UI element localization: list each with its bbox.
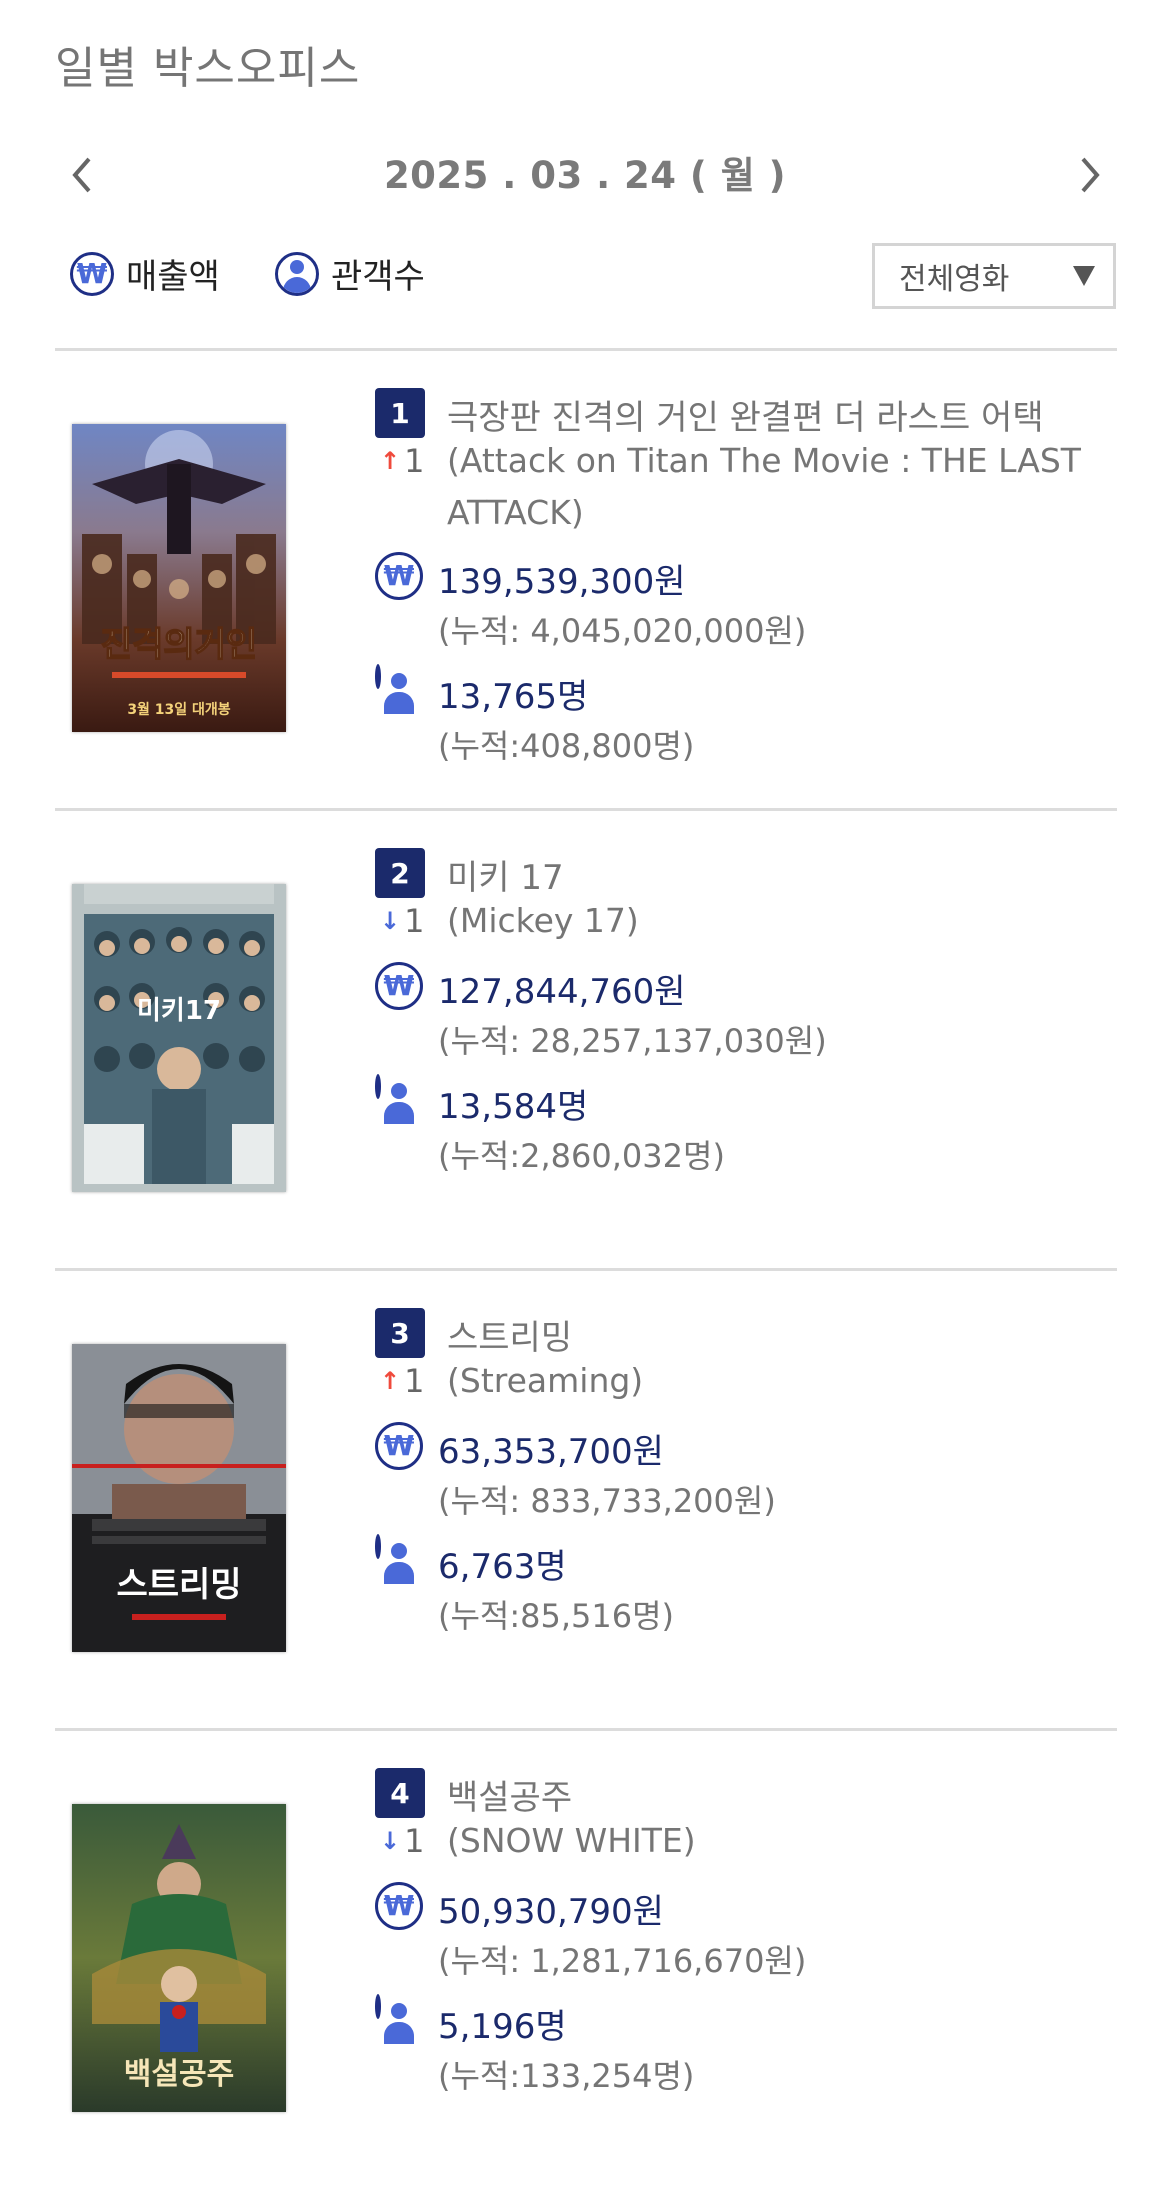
daily-sales: 127,844,760원 (438, 972, 686, 1012)
daily-sales: 139,539,300원 (438, 562, 686, 602)
rank-badge: 2 (375, 848, 425, 898)
next-day-button[interactable] (1070, 150, 1110, 200)
sales-metric-icon: ₩ (375, 1882, 423, 1930)
audience-metric-icon (375, 1074, 414, 1124)
daily-audience: 5,196명 (438, 2007, 567, 2047)
divider (55, 348, 1117, 351)
movie-entry[interactable]: 미키17 2 미키 17 ↓ 1 (Mickey 17) ₩ 127,844,7… (0, 812, 1170, 1272)
rank-change-value: 1 (404, 1822, 425, 1860)
rank-change-value: 1 (404, 1362, 425, 1400)
daily-audience: 6,763명 (438, 1547, 567, 1587)
rank-change: ↑ 1 (380, 1362, 424, 1400)
daily-sales: 50,930,790원 (438, 1892, 664, 1932)
person-icon (375, 1534, 414, 1584)
sales-metric-icon: ₩ (375, 962, 423, 1010)
movie-title-en: (Mickey 17) (447, 901, 639, 940)
rank-change: ↑ 1 (380, 442, 424, 480)
arrow-up-icon: ↑ (380, 1367, 401, 1395)
movie-title-ko: 스트리밍 (447, 1318, 573, 1358)
dropdown-caret-icon (1073, 266, 1095, 286)
movie-entry[interactable]: 진격의거인 3월 13일 대개봉 1 극장판 진격의 거인 완결편 더 라스트 … (0, 352, 1170, 812)
sales-toggle[interactable]: ₩ 매출액 (70, 249, 220, 298)
rank-badge: 1 (375, 388, 425, 438)
audience-metric-icon (375, 1994, 414, 2044)
person-icon (275, 251, 319, 296)
movie-filter-value: 전체영화 (899, 262, 1010, 297)
won-icon: ₩ (375, 552, 423, 600)
cumulative-sales: (누적: 833,733,200원) (438, 1482, 776, 1520)
rank-change-value: 1 (404, 442, 425, 480)
divider (55, 1728, 1117, 1731)
daily-audience: 13,765명 (438, 677, 589, 717)
person-icon (375, 664, 414, 714)
movie-title-ko: 미키 17 (447, 858, 564, 898)
svg-text:진격의거인: 진격의거인 (101, 625, 257, 665)
cumulative-sales: (누적: 4,045,020,000원) (438, 612, 807, 650)
arrow-down-icon: ↓ (380, 907, 401, 935)
audience-toggle[interactable]: 관객수 (275, 249, 425, 298)
svg-text:스트리밍: 스트리밍 (116, 1565, 241, 1605)
cumulative-sales: (누적: 1,281,716,670원) (438, 1942, 807, 1980)
won-icon: ₩ (375, 1882, 423, 1930)
won-icon: ₩ (70, 251, 114, 296)
rank-change: ↓ 1 (380, 902, 424, 940)
divider (55, 1268, 1117, 1271)
cumulative-audience: (누적:133,254명) (438, 2057, 695, 2095)
arrow-up-icon: ↑ (380, 447, 401, 475)
audience-metric-icon (375, 1534, 414, 1584)
won-icon: ₩ (375, 962, 423, 1010)
movie-title-ko: 극장판 진격의 거인 완결편 더 라스트 어택 (447, 398, 1044, 438)
cumulative-audience: (누적:85,516명) (438, 1597, 675, 1635)
movie-poster[interactable]: 백설공주 (72, 1804, 286, 2112)
movie-filter-select[interactable]: 전체영화 (872, 243, 1116, 309)
arrow-down-icon: ↓ (380, 1827, 401, 1855)
rank-badge: 3 (375, 1308, 425, 1358)
won-icon: ₩ (375, 1422, 423, 1470)
movie-title-en: (Streaming) (447, 1361, 644, 1400)
movie-entry[interactable]: 백설공주 4 백설공주 ↓ 1 (SNOW WHITE) ₩ 50,930,79… (0, 1732, 1170, 2192)
movie-title-en: (SNOW WHITE) (447, 1821, 696, 1860)
svg-text:백설공주: 백설공주 (124, 2057, 234, 2092)
selected-date: 2025 . 03 . 24 ( 월 ) (383, 154, 787, 197)
svg-text:미키17: 미키17 (137, 996, 221, 1026)
cumulative-audience: (누적:2,860,032명) (438, 1137, 725, 1175)
person-icon (375, 1074, 414, 1124)
daily-audience: 13,584명 (438, 1087, 589, 1127)
movie-poster[interactable]: 진격의거인 3월 13일 대개봉 (72, 424, 286, 732)
person-icon (375, 1994, 414, 2044)
page-title: 일별 박스오피스 (55, 43, 361, 94)
audience-metric-icon (375, 664, 414, 714)
cumulative-sales: (누적: 28,257,137,030원) (438, 1022, 827, 1060)
svg-text:3월 13일 대개봉: 3월 13일 대개봉 (127, 701, 230, 718)
rank-badge: 4 (375, 1768, 425, 1818)
movie-title-en: (Attack on Titan The Movie : THE LAST AT… (447, 441, 1081, 532)
sales-metric-icon: ₩ (375, 1422, 423, 1470)
movie-poster[interactable]: 스트리밍 (72, 1344, 286, 1652)
sales-metric-icon: ₩ (375, 552, 423, 600)
movie-entry[interactable]: 스트리밍 3 스트리밍 ↑ 1 (Streaming) ₩ 63,353,700… (0, 1272, 1170, 1732)
rank-change: ↓ 1 (380, 1822, 424, 1860)
sales-toggle-label: 매출액 (126, 257, 220, 297)
cumulative-audience: (누적:408,800명) (438, 727, 695, 765)
chevron-right-icon (1081, 157, 1100, 193)
divider (55, 808, 1117, 811)
movie-poster[interactable]: 미키17 (72, 884, 286, 1192)
daily-sales: 63,353,700원 (438, 1432, 664, 1472)
movie-title-ko: 백설공주 (447, 1778, 573, 1818)
rank-change-value: 1 (404, 902, 425, 940)
audience-toggle-label: 관객수 (331, 257, 425, 297)
